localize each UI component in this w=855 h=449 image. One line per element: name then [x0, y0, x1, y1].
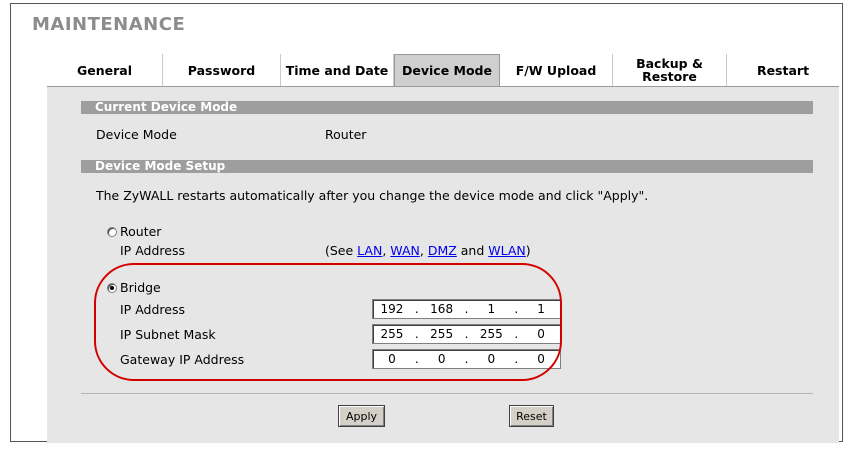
tab-bar: General Password Time and Date Device Mo… [47, 54, 839, 87]
lan-link[interactable]: LAN [357, 243, 382, 258]
see-prefix: (See [325, 243, 358, 258]
bridge-label: Bridge [120, 280, 161, 295]
ip-octet-2[interactable]: 168 [423, 302, 461, 316]
restart-note: The ZyWALL restarts automatically after … [96, 188, 649, 203]
ip-octet-4[interactable]: 1 [522, 302, 560, 316]
tab-restart[interactable]: Restart [727, 54, 839, 86]
device-mode-setup-header: Device Mode Setup [81, 160, 813, 173]
bridge-radio[interactable] [107, 283, 117, 293]
apply-button[interactable]: Apply [338, 405, 385, 427]
and-text: and [456, 243, 489, 258]
gw-octet-4[interactable]: 0 [522, 352, 560, 366]
wlan-link[interactable]: WLAN [488, 243, 526, 258]
page-title: MAINTENANCE [32, 14, 186, 35]
tab-backup-restore[interactable]: Backup & Restore [613, 54, 727, 86]
wan-link[interactable]: WAN [390, 243, 420, 258]
device-mode-label: Device Mode [96, 127, 177, 142]
radio-selected-dot [110, 286, 114, 290]
bridge-ip-address-input[interactable]: 192. 168. 1. 1 [372, 299, 561, 319]
tab-password[interactable]: Password [163, 54, 281, 86]
bridge-ip-address-label: IP Address [120, 302, 185, 317]
device-mode-panel: Current Device Mode Device Mode Router D… [47, 87, 839, 443]
router-ip-address-label: IP Address [120, 243, 185, 258]
gw-octet-3[interactable]: 0 [472, 352, 510, 366]
router-radio[interactable] [107, 227, 117, 237]
gw-octet-1[interactable]: 0 [373, 352, 411, 366]
link-separator: , [419, 243, 428, 258]
ip-octet-3[interactable]: 1 [472, 302, 510, 316]
subnet-mask-input[interactable]: 255. 255. 255. 0 [372, 324, 561, 344]
gateway-ip-label: Gateway IP Address [120, 352, 245, 367]
mask-octet-3[interactable]: 255 [472, 327, 510, 341]
subnet-mask-label: IP Subnet Mask [120, 327, 216, 342]
gw-octet-2[interactable]: 0 [423, 352, 461, 366]
reset-button[interactable]: Reset [509, 405, 554, 427]
tab-device-mode[interactable]: Device Mode [394, 54, 500, 86]
ip-octet-1[interactable]: 192 [373, 302, 411, 316]
router-see-links: (See LAN, WAN, DMZ and WLAN) [325, 243, 531, 258]
mask-octet-2[interactable]: 255 [423, 327, 461, 341]
mask-octet-1[interactable]: 255 [373, 327, 411, 341]
tab-fw-upload[interactable]: F/W Upload [500, 54, 613, 86]
gateway-ip-input[interactable]: 0. 0. 0. 0 [372, 349, 561, 369]
dmz-link[interactable]: DMZ [428, 243, 457, 258]
mask-octet-4[interactable]: 0 [522, 327, 560, 341]
see-suffix: ) [525, 243, 531, 258]
divider [81, 393, 813, 394]
current-device-mode-header: Current Device Mode [81, 101, 813, 114]
device-mode-value: Router [325, 127, 367, 142]
tab-time-and-date[interactable]: Time and Date [281, 54, 394, 86]
router-label: Router [120, 224, 162, 239]
tab-general[interactable]: General [47, 54, 163, 86]
maintenance-window: MAINTENANCE General Password Time and Da… [10, 3, 843, 443]
